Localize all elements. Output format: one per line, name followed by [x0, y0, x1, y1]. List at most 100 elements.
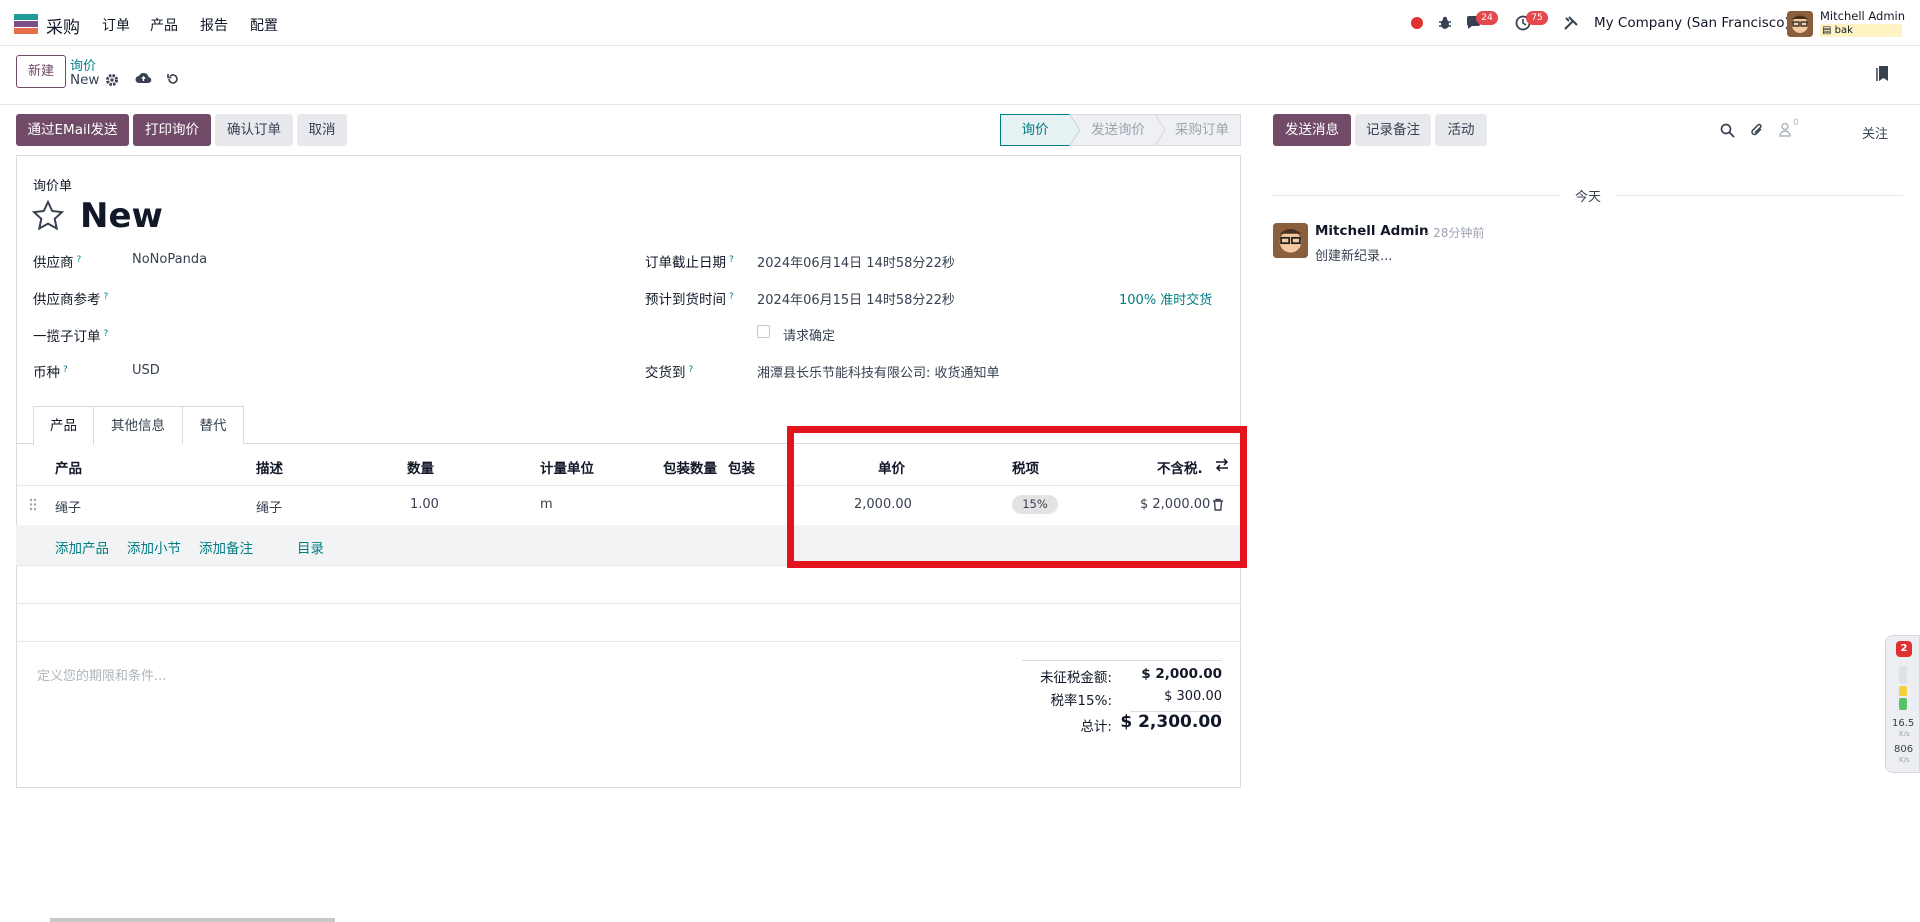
drag-handle-icon[interactable] — [29, 498, 37, 511]
vendor-reference-label: 供应商参考? — [33, 291, 109, 309]
search-icon[interactable] — [1720, 123, 1735, 138]
record-indicator-icon[interactable] — [1410, 16, 1426, 32]
vendor-label: 供应商? — [33, 254, 82, 272]
table-row-line — [16, 603, 1241, 604]
breadcrumb-current: New — [70, 72, 100, 88]
vendor-reference-field[interactable] — [132, 284, 612, 306]
totals-divider — [1022, 660, 1222, 661]
untaxed-amount-value: $ 2,000.00 — [1141, 666, 1222, 682]
status-step-purchase-order[interactable]: 采购订单 — [1163, 114, 1241, 146]
download-speed: 806 — [1894, 744, 1914, 755]
tab-other-info[interactable]: 其他信息 — [94, 406, 183, 444]
upload-speed: 16.5 — [1892, 718, 1915, 729]
menu-configuration[interactable]: 配置 — [250, 15, 278, 35]
download-unit: K/s — [1899, 756, 1910, 764]
horizontal-scrollbar[interactable] — [50, 918, 335, 922]
cancel-button[interactable]: 取消 — [297, 114, 347, 146]
on-time-rate: 100% 准时交货 — [1119, 293, 1213, 308]
control-panel-divider — [0, 104, 1920, 105]
order-deadline-label: 订单截止日期? — [645, 254, 734, 272]
app-name[interactable]: 采购 — [46, 13, 80, 38]
vendor-field[interactable]: NoNoPanda — [132, 252, 207, 267]
menu-reports[interactable]: 报告 — [200, 15, 228, 35]
terms-conditions-field[interactable]: 定义您的期限和条件... — [37, 665, 166, 684]
order-deadline-field[interactable]: 2024年06月14日 14时58分22秒 — [757, 252, 955, 271]
priority-star-icon[interactable] — [32, 200, 64, 230]
followers-icon[interactable] — [1779, 122, 1791, 137]
database-name: bak — [1834, 25, 1853, 36]
untaxed-amount-label: 未征税金额: — [1039, 670, 1112, 686]
col-description[interactable]: 描述 — [256, 457, 283, 477]
line-product[interactable]: 绳子 — [55, 497, 81, 516]
line-quantity[interactable]: 1.00 — [410, 497, 439, 512]
catalog-link[interactable]: 目录 — [297, 537, 324, 557]
log-note-button[interactable]: 记录备注 — [1355, 114, 1431, 146]
message-author-avatar[interactable] — [1273, 223, 1308, 258]
currency-field[interactable]: USD — [132, 363, 160, 378]
follow-button[interactable]: 关注 — [1862, 123, 1888, 142]
user-name[interactable]: Mitchell Admin — [1820, 9, 1905, 23]
blanket-order-label: 一揽子订单? — [33, 328, 109, 346]
bug-icon[interactable] — [1437, 15, 1453, 31]
total-label: 总计: — [1080, 719, 1112, 735]
blanket-order-field[interactable] — [132, 321, 612, 343]
activities-badge: 75 — [1526, 11, 1548, 25]
message-timestamp: - 28分钟前 — [1425, 226, 1485, 240]
line-uom[interactable]: m — [540, 497, 553, 512]
highlight-box — [787, 426, 1247, 568]
database-icon: ▤ — [1822, 25, 1832, 36]
message-author[interactable]: Mitchell Admin — [1315, 223, 1429, 239]
total-value: $ 2,300.00 — [1120, 712, 1222, 732]
user-avatar[interactable] — [1787, 11, 1813, 37]
tab-alternatives[interactable]: 替代 — [183, 406, 244, 444]
tax-label: 税率15%: — [1050, 693, 1112, 709]
add-product-link[interactable]: 添加产品 — [55, 537, 109, 557]
network-monitor-widget[interactable]: 2 16.5 K/s 806 K/s — [1885, 635, 1920, 773]
col-uom[interactable]: 计量单位 — [540, 457, 594, 477]
line-description[interactable]: 绳子 — [256, 497, 282, 516]
menu-products[interactable]: 产品 — [150, 15, 178, 35]
currency-label: 币种? — [33, 364, 68, 382]
expected-arrival-label: 预计到货时间? — [645, 291, 734, 309]
messages-badge: 24 — [1476, 11, 1498, 25]
paperclip-icon[interactable] — [1750, 122, 1764, 138]
tab-products[interactable]: 产品 — [33, 406, 94, 445]
col-product[interactable]: 产品 — [55, 457, 82, 477]
company-switcher[interactable]: My Company (San Francisco) — [1594, 15, 1790, 31]
send-message-button[interactable]: 发送消息 — [1273, 114, 1351, 146]
bookmark-icon[interactable] — [1876, 65, 1890, 82]
menu-orders[interactable]: 订单 — [102, 15, 130, 35]
request-confirmation-checkbox[interactable] — [757, 325, 770, 338]
col-quantity[interactable]: 数量 — [407, 457, 434, 477]
save-cloud-icon[interactable] — [135, 71, 152, 85]
activity-button[interactable]: 活动 — [1435, 114, 1487, 146]
deliver-to-label: 交货到? — [645, 364, 694, 382]
col-packaging-qty[interactable]: 包装数量 — [663, 457, 717, 477]
table-row-line — [16, 641, 1241, 642]
add-section-link[interactable]: 添加小节 — [127, 537, 181, 557]
request-confirmation-label: 请求确定 — [783, 329, 836, 344]
tools-icon[interactable] — [1563, 15, 1579, 31]
top-navbar: 采购 订单 产品 报告 配置 24 75 My Company (San Fra… — [0, 0, 1920, 46]
gear-icon[interactable] — [105, 73, 119, 87]
date-separator: 今天 — [1560, 186, 1616, 205]
status-bar: 询价 发送询价 采购订单 — [1000, 114, 1241, 146]
col-packaging[interactable]: 包装 — [728, 457, 755, 477]
new-button[interactable]: 新建 — [16, 55, 66, 88]
purchase-app-icon[interactable] — [14, 14, 38, 34]
tax-value: $ 300.00 — [1164, 689, 1222, 704]
upload-unit: K/s — [1899, 730, 1910, 738]
doc-type-label: 询价单 — [33, 179, 73, 194]
widget-badge: 2 — [1896, 641, 1912, 657]
status-step-rfq[interactable]: 询价 — [1000, 114, 1070, 146]
expected-arrival-field[interactable]: 2024年06月15日 14时58分22秒 — [757, 289, 955, 308]
record-title[interactable]: New — [80, 196, 163, 236]
database-badge: ▤ bak — [1820, 24, 1902, 37]
print-rfq-button[interactable]: 打印询价 — [133, 114, 211, 146]
confirm-order-button[interactable]: 确认订单 — [215, 114, 293, 146]
status-step-rfq-sent[interactable]: 发送询价 — [1078, 114, 1158, 146]
deliver-to-field[interactable]: 湘潭县长乐节能科技有限公司: 收货通知单 — [757, 362, 1000, 381]
add-note-link[interactable]: 添加备注 — [199, 537, 253, 557]
discard-undo-icon[interactable] — [166, 72, 180, 86]
send-by-email-button[interactable]: 通过EMail发送 — [16, 114, 129, 146]
